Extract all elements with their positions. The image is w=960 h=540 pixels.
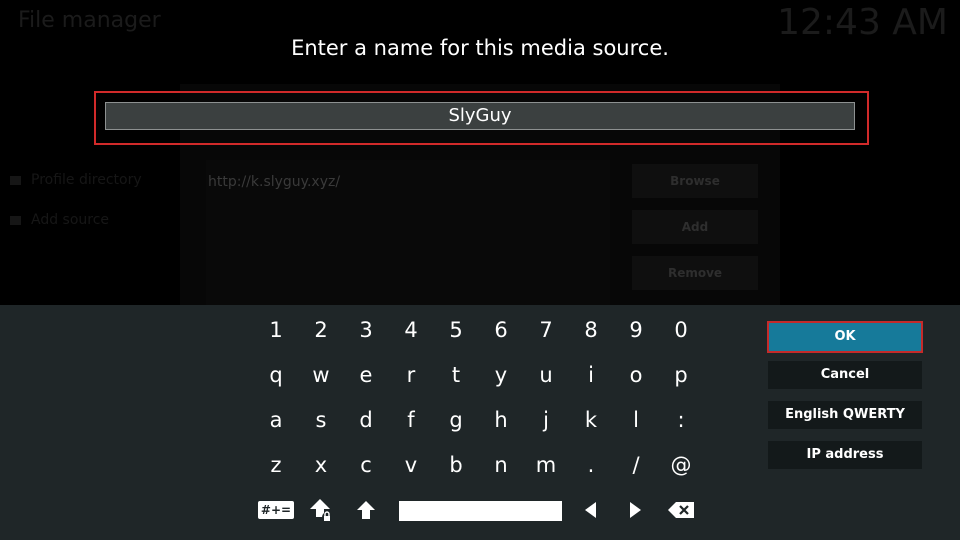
key-a[interactable]: a (256, 400, 296, 440)
folder-icon (10, 175, 21, 185)
symbols-toggle-key[interactable]: #+= (256, 490, 296, 530)
sidebar-item-add-source: Add source (10, 212, 109, 228)
left-arrow-icon (585, 502, 596, 518)
key-t[interactable]: t (436, 355, 476, 395)
keyboard-layout-button[interactable]: English QWERTY (768, 401, 922, 429)
keyboard-panel: 1 2 3 4 5 6 7 8 9 0 q w e r t y u i o p a s d f g h j k l: z x c v b n m. / @… (0, 305, 960, 540)
caps-lock-key[interactable] (301, 490, 341, 530)
key-d[interactable]: d (346, 400, 386, 440)
backspace-key[interactable] (661, 490, 701, 530)
key-l[interactable]: l (616, 400, 656, 440)
background-title: File manager (18, 8, 161, 33)
key-s[interactable]: s (301, 400, 341, 440)
key-x[interactable]: x (301, 445, 341, 485)
key-7[interactable]: 7 (526, 310, 566, 350)
key-p[interactable]: p (661, 355, 701, 395)
key-8[interactable]: 8 (571, 310, 611, 350)
key-n[interactable]: n (481, 445, 521, 485)
key-1[interactable]: 1 (256, 310, 296, 350)
source-name-input[interactable]: SlyGuy (105, 102, 855, 130)
key-m[interactable]: m (526, 445, 566, 485)
right-arrow-key[interactable] (616, 490, 656, 530)
dialog-prompt: Enter a name for this media source. (291, 36, 669, 60)
ok-button[interactable]: OK (767, 321, 923, 353)
symbols-toggle-icon: #+= (257, 501, 295, 519)
input-focus-frame: SlyGuy (94, 91, 869, 145)
key-o[interactable]: o (616, 355, 656, 395)
cancel-button[interactable]: Cancel (768, 361, 922, 389)
key-z[interactable]: z (256, 445, 296, 485)
key-0[interactable]: 0 (661, 310, 701, 350)
key-5[interactable]: 5 (436, 310, 476, 350)
backspace-icon (668, 502, 694, 518)
caps-lock-icon (310, 499, 332, 522)
key-2[interactable]: 2 (301, 310, 341, 350)
background-add-button: Add (632, 210, 758, 244)
left-arrow-key[interactable] (570, 490, 610, 530)
key-6[interactable]: 6 (481, 310, 521, 350)
background-remove-button: Remove (632, 256, 758, 290)
background-browse-button: Browse (632, 164, 758, 198)
key-f[interactable]: f (391, 400, 431, 440)
shift-key[interactable] (346, 490, 386, 530)
key-3[interactable]: 3 (346, 310, 386, 350)
key-b[interactable]: b (436, 445, 476, 485)
space-bar[interactable] (399, 501, 562, 521)
key-q[interactable]: q (256, 355, 296, 395)
shift-icon (357, 501, 375, 519)
key-u[interactable]: u (526, 355, 566, 395)
key-symbol[interactable]: : (661, 400, 701, 440)
folder-icon (10, 215, 21, 225)
key-symbol[interactable]: / (616, 445, 656, 485)
key-c[interactable]: c (346, 445, 386, 485)
key-symbol[interactable]: @ (661, 445, 701, 485)
key-v[interactable]: v (391, 445, 431, 485)
key-9[interactable]: 9 (616, 310, 656, 350)
key-e[interactable]: e (346, 355, 386, 395)
key-h[interactable]: h (481, 400, 521, 440)
key-i[interactable]: i (571, 355, 611, 395)
key-y[interactable]: y (481, 355, 521, 395)
right-arrow-icon (630, 502, 641, 518)
key-4[interactable]: 4 (391, 310, 431, 350)
key-k[interactable]: k (571, 400, 611, 440)
sidebar-item-profile-directory: Profile directory (10, 172, 142, 188)
ip-address-button[interactable]: IP address (768, 441, 922, 469)
key-j[interactable]: j (526, 400, 566, 440)
key-r[interactable]: r (391, 355, 431, 395)
key-g[interactable]: g (436, 400, 476, 440)
key-w[interactable]: w (301, 355, 341, 395)
key-symbol[interactable]: . (571, 445, 611, 485)
background-source-url: http://k.slyguy.xyz/ (208, 174, 341, 190)
